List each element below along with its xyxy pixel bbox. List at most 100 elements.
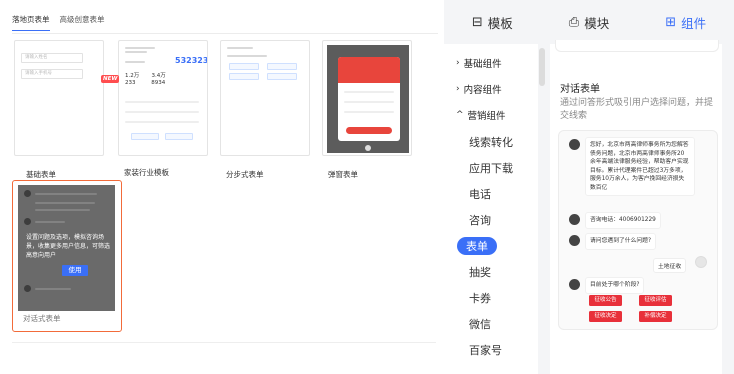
user-avatar xyxy=(695,256,707,268)
tab-label: 模块 xyxy=(584,15,610,31)
template-icon: ⊟ xyxy=(471,14,483,30)
nav-item-phone[interactable]: 电话 xyxy=(469,186,491,202)
mini-option-button xyxy=(229,63,259,70)
panel-right-edge xyxy=(722,44,734,374)
nav-item-wechat[interactable]: 微信 xyxy=(469,316,491,332)
placeholder-line xyxy=(125,101,199,103)
placeholder-line xyxy=(344,91,394,93)
template-card-basic[interactable]: 请输入姓名 请输入手机号 xyxy=(14,40,104,156)
component-description: 通过问答形式吸引用户选择问题，并提交线索 xyxy=(560,98,714,121)
template-card-home-decor[interactable]: 532323 1.2万 3.4万 233 8934 xyxy=(118,40,208,156)
stat-row-1: 1.2万 3.4万 xyxy=(125,71,166,79)
nav-group-label: 基础组件 xyxy=(463,59,502,70)
grid-component-icon: ⊞ xyxy=(665,14,677,30)
nav-item-consult[interactable]: 咨询 xyxy=(469,212,491,228)
option-button[interactable]: 征收评估 xyxy=(639,295,672,306)
placeholder-line xyxy=(227,47,253,49)
mini-option-button xyxy=(267,63,297,70)
stat-value: 3.4万 xyxy=(151,73,166,79)
chat-row xyxy=(24,218,65,225)
stat-value: 1.2万 xyxy=(125,73,140,79)
stat-value: 233 xyxy=(125,80,136,86)
template-label-basic: 基础表单 xyxy=(26,170,56,179)
popup-submit-preview xyxy=(346,127,392,134)
placeholder-line xyxy=(125,111,199,113)
avatar xyxy=(569,139,580,150)
component-nav: › 基础组件 › 内容组件 ^ 营销组件 线索转化 应用下载 电话 咨询 表单 … xyxy=(444,44,538,374)
tab-components[interactable]: ⊞ 组件 xyxy=(637,0,734,44)
new-badge: NEW xyxy=(101,75,120,83)
template-card-popup[interactable] xyxy=(322,40,412,156)
chevron-right-icon: › xyxy=(456,84,460,94)
nav-scroll-track xyxy=(540,44,548,374)
content-bottom-fill xyxy=(550,340,722,374)
avatar xyxy=(24,190,31,197)
close-icon xyxy=(365,145,371,151)
question-bubble: 请问您遇到了什么问题? xyxy=(585,233,657,250)
option-button[interactable]: 补偿决定 xyxy=(639,311,672,322)
nav-group-label: 营销组件 xyxy=(467,111,506,122)
placeholder-line xyxy=(125,121,199,123)
page-root: 落地页表单 高级创意表单 请输入姓名 请输入手机号 基础表单 532323 1.… xyxy=(0,0,734,374)
price-value: 532323 xyxy=(175,56,208,65)
chevron-right-icon: › xyxy=(456,58,460,68)
nav-item-form[interactable]: 表单 xyxy=(457,237,497,255)
tab-label: 组件 xyxy=(681,15,707,31)
template-label-home-decor: 家装行业模板 xyxy=(124,168,169,177)
placeholder-line xyxy=(344,111,394,113)
avatar xyxy=(569,235,580,246)
tabs-divider xyxy=(12,33,438,34)
component-title: 对话表单 xyxy=(560,84,600,95)
option-button[interactable]: 征收决定 xyxy=(589,311,622,322)
nav-item-baijiahao[interactable]: 百家号 xyxy=(469,342,502,358)
template-card-step[interactable] xyxy=(220,40,310,156)
tab-templates[interactable]: ⊟ 模板 xyxy=(444,0,541,44)
stat-value: 8934 xyxy=(151,80,166,86)
mini-option-button xyxy=(267,73,297,80)
nav-group-label: 内容组件 xyxy=(463,85,502,96)
popup-panel xyxy=(338,57,400,141)
nav-group-content[interactable]: › 内容组件 xyxy=(456,82,502,96)
name-field-preview: 请输入姓名 xyxy=(21,53,83,63)
avatar xyxy=(569,214,580,225)
template-description: 设置问题及选项，模拟咨询场景，收集更多用户信息，可筛选高意向用户 xyxy=(26,234,111,259)
nav-item-lead-conversion[interactable]: 线索转化 xyxy=(469,134,513,150)
nav-item-app-download[interactable]: 应用下载 xyxy=(469,160,513,176)
mini-option-button xyxy=(229,73,259,80)
placeholder-line xyxy=(227,55,267,57)
use-template-button[interactable]: 使用 xyxy=(62,265,88,276)
template-label-dialog: 对话式表单 xyxy=(23,314,61,323)
panel-tabs: ⊟ 模板 ⎙ 模块 ⊞ 组件 xyxy=(444,0,734,44)
nav-group-marketing[interactable]: ^ 营销组件 xyxy=(456,108,506,122)
dialog-form-preview[interactable]: 您好，北京市两高律师事务所为您解答债务问题，北京市两高律师事务所20余年高端法律… xyxy=(558,130,718,330)
placeholder-line xyxy=(125,51,147,53)
module-icon: ⎙ xyxy=(568,14,580,30)
tab-landing-form[interactable]: 落地页表单 xyxy=(12,14,50,31)
mini-option-button xyxy=(131,133,159,140)
avatar xyxy=(569,279,580,290)
template-label-step: 分步式表单 xyxy=(226,170,264,179)
stage-question-bubble: 目前处于哪个阶段? xyxy=(585,277,645,294)
option-button[interactable]: 征收公告 xyxy=(589,295,622,306)
chat-row xyxy=(24,285,71,292)
scrollbar-thumb[interactable] xyxy=(539,48,545,86)
tab-modules[interactable]: ⎙ 模块 xyxy=(541,0,638,44)
template-gallery: 落地页表单 高级创意表单 请输入姓名 请输入手机号 基础表单 532323 1.… xyxy=(0,0,444,374)
nav-item-coupon[interactable]: 卡券 xyxy=(469,290,491,306)
nav-item-lottery[interactable]: 抽奖 xyxy=(469,264,491,280)
avatar xyxy=(24,285,31,292)
template-card-dialog-selected[interactable]: 设置问题及选项，模拟咨询场景，收集更多用户信息，可筛选高意向用户 使用 对话式表… xyxy=(12,180,122,332)
previous-card-edge xyxy=(555,40,719,52)
form-type-tabs: 落地页表单 高级创意表单 xyxy=(12,14,105,31)
popup-preview xyxy=(327,45,409,153)
placeholder-line xyxy=(35,287,71,290)
template-label-popup: 弹窗表单 xyxy=(328,170,358,179)
chevron-up-icon: ^ xyxy=(456,110,464,120)
nav-group-basic[interactable]: › 基础组件 xyxy=(456,56,502,70)
tab-advanced-form[interactable]: 高级创意表单 xyxy=(60,14,105,31)
phone-bubble: 咨询电话：4006901229 xyxy=(585,212,661,229)
user-reply-bubble: 土地征收 xyxy=(653,258,687,273)
placeholder-line xyxy=(35,192,97,195)
stat-row-2: 233 8934 xyxy=(125,80,165,86)
phone-field-preview: 请输入手机号 xyxy=(21,69,83,79)
